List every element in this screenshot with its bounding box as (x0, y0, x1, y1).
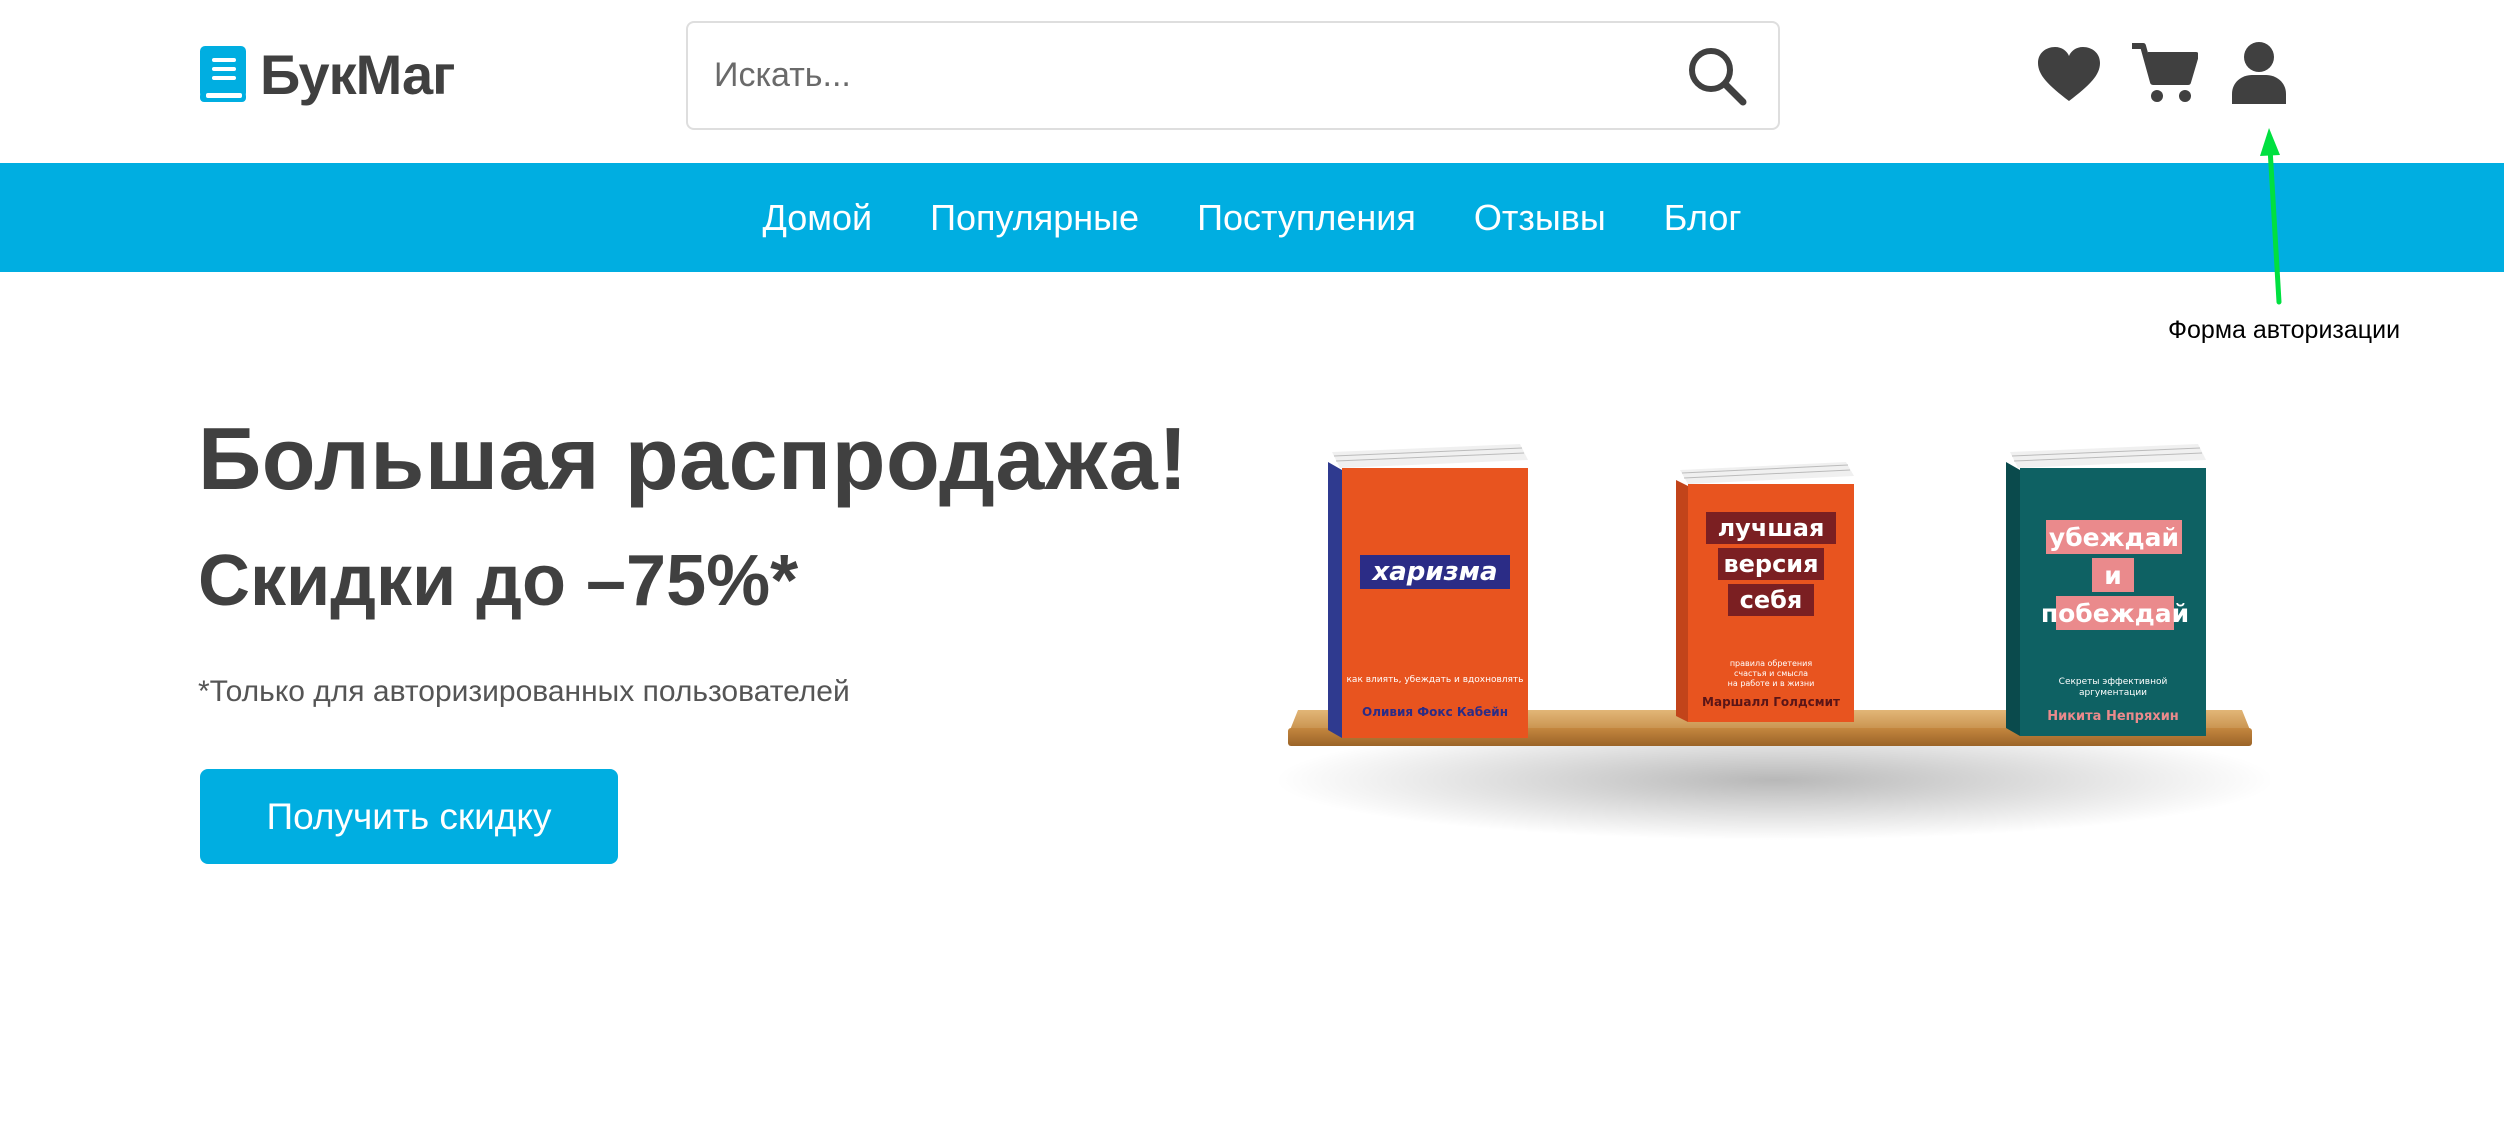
heart-icon[interactable] (2038, 47, 2100, 103)
book-tagline: аргументации (2079, 688, 2147, 698)
hero-note: *Только для авторизированных пользовател… (198, 675, 850, 708)
book-title-line: себя (1740, 586, 1803, 614)
book-cover-best-version[interactable]: лучшая версия себя правила обретения сча… (1676, 462, 1854, 722)
book-title-line: и (2104, 561, 2122, 590)
cart-icon[interactable] (2132, 42, 2198, 104)
main-nav: Домой Популярные Поступления Отзывы Блог (0, 163, 2504, 272)
book-title-line: версия (1723, 550, 1818, 578)
page: БукМаг Домой Популярные Поступления (0, 0, 2504, 1127)
brand-logo[interactable]: БукМаг (198, 42, 455, 106)
user-icon[interactable] (2232, 42, 2286, 104)
nav-item-blog[interactable]: Блог (1664, 197, 1742, 239)
annotation-arrow-icon (2260, 128, 2282, 305)
book-cover-persuade[interactable]: убеждай и побеждай Секреты эффективной а… (2006, 444, 2206, 736)
header: БукМаг (0, 0, 2504, 163)
nav-item-popular[interactable]: Популярные (930, 197, 1139, 239)
nav-item-arrivals[interactable]: Поступления (1197, 197, 1416, 239)
nav-item-home[interactable]: Домой (762, 197, 872, 239)
brand-name: БукМаг (260, 42, 455, 106)
book-author: Маршалл Голдсмит (1702, 695, 1840, 709)
bookshelf-illustration: харизма как влиять, убеждать и вдохновля… (1275, 444, 2270, 840)
annotation-label: Форма авторизации (2168, 316, 2401, 344)
book-author: Никита Непряхин (2047, 709, 2179, 724)
hero-subtitle: Скидки до –75%* (198, 541, 799, 621)
get-discount-button[interactable]: Получить скидку (200, 769, 618, 864)
search-icon[interactable] (1686, 45, 1748, 107)
book-title-line: побеждай (2041, 599, 2189, 628)
search-box (686, 21, 1780, 130)
nav-item-reviews[interactable]: Отзывы (1474, 197, 1606, 239)
book-cover-charisma[interactable]: харизма как влиять, убеждать и вдохновля… (1328, 444, 1528, 738)
hero-title: Большая распродажа! (198, 409, 1189, 508)
book-title: харизма (1370, 557, 1497, 587)
book-title-line: убеждай (2049, 523, 2179, 552)
book-tagline: на работе и в жизни (1728, 679, 1815, 688)
book-tagline: счастья и смысла (1734, 669, 1808, 678)
book-author: Оливия Фокс Кабейн (1362, 705, 1508, 719)
book-tagline: как влиять, убеждать и вдохновлять (1347, 675, 1524, 685)
search-input[interactable] (714, 23, 1614, 128)
book-tagline: Секреты эффективной (2059, 677, 2168, 687)
book-title-line: лучшая (1718, 514, 1825, 542)
book-icon (200, 46, 246, 102)
book-tagline: правила обретения (1730, 659, 1813, 668)
